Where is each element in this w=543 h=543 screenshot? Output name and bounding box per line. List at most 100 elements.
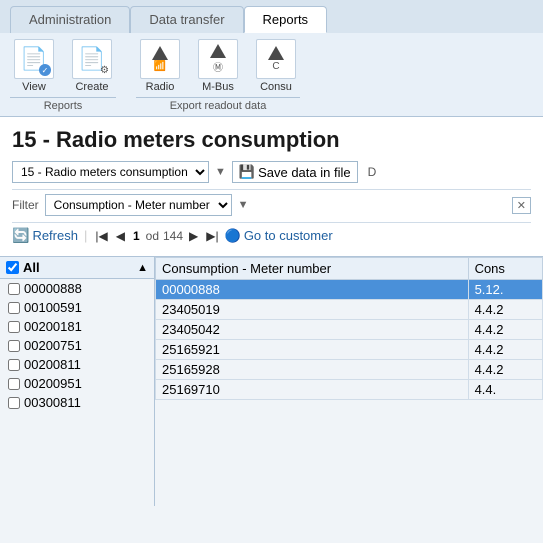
consu-label: Consu <box>260 81 292 93</box>
filter-close-button[interactable]: ✕ <box>512 197 531 214</box>
refresh-label: Refresh <box>32 228 78 243</box>
filter-row: Filter Consumption - Meter number ▼ ✕ <box>12 189 531 216</box>
main-content: 15 - Radio meters consumption 15 - Radio… <box>0 117 543 256</box>
view-label: View <box>22 81 46 93</box>
item-checkbox-1[interactable] <box>8 302 20 314</box>
table-row[interactable]: 25169710 4.4. <box>156 380 543 400</box>
save-icon: 💾 <box>239 164 255 180</box>
refresh-icon: 🔄 <box>12 227 29 244</box>
cell-cons-4: 4.4.2 <box>468 360 542 380</box>
toolbar-area: 📄 ✓ View 📄 ⚙ Create Reports <box>0 33 543 117</box>
consu-arrow-up-icon <box>268 46 284 60</box>
cell-meter-4: 25165928 <box>156 360 469 380</box>
item-checkbox-2[interactable] <box>8 321 20 333</box>
all-label: All <box>23 260 40 275</box>
item-checkbox-6[interactable] <box>8 397 20 409</box>
item-label-0: 00000888 <box>24 281 82 296</box>
item-label-2: 00200181 <box>24 319 82 334</box>
left-list: All ▲ 00000888 00100591 00200181 0020075… <box>0 257 155 506</box>
prev-page-button[interactable]: ◀ <box>114 228 127 244</box>
list-item[interactable]: 00100591 <box>0 298 154 317</box>
view-icon-item[interactable]: 📄 ✓ View <box>10 39 58 93</box>
radio-label: Radio <box>146 81 175 93</box>
list-header: All ▲ <box>0 257 154 279</box>
table-row[interactable]: 23405042 4.4.2 <box>156 320 543 340</box>
radio-icon-item[interactable]: 📶 Radio <box>136 39 184 93</box>
data-table: Consumption - Meter number Cons 00000888… <box>155 257 543 400</box>
consu-icon-badge: C <box>272 61 279 72</box>
reports-icons: 📄 ✓ View 📄 ⚙ Create <box>10 39 116 93</box>
radio-arrow-up-icon <box>152 46 168 60</box>
table-area: All ▲ 00000888 00100591 00200181 0020075… <box>0 256 543 506</box>
list-item[interactable]: 00200811 <box>0 355 154 374</box>
list-item[interactable]: 00300811 <box>0 393 154 412</box>
filter-dropdown-arrow-icon: ▼ <box>238 199 249 211</box>
filter-label: Filter <box>12 198 39 212</box>
mbus-icon-box: Ⓜ <box>198 39 238 79</box>
total-pages: 144 <box>163 229 183 243</box>
separator-1: | <box>84 228 87 243</box>
item-label-6: 00300811 <box>24 395 81 410</box>
first-page-button[interactable]: |◀ <box>93 228 109 244</box>
current-page: 1 <box>133 229 140 243</box>
export-toolbar-group: 📶 Radio Ⓜ M-Bus <box>136 39 300 112</box>
mbus-icon-item[interactable]: Ⓜ M-Bus <box>194 39 242 93</box>
consu-icon-item[interactable]: C Consu <box>252 39 300 93</box>
tab-reports[interactable]: Reports <box>244 6 328 33</box>
cell-cons-2: 4.4.2 <box>468 320 542 340</box>
col-meter-number[interactable]: Consumption - Meter number <box>156 258 469 280</box>
item-checkbox-4[interactable] <box>8 359 20 371</box>
consu-icon-box: C <box>256 39 296 79</box>
right-table: Consumption - Meter number Cons 00000888… <box>155 257 543 506</box>
page-title: 15 - Radio meters consumption <box>12 127 531 153</box>
save-data-button[interactable]: 💾 Save data in file <box>232 161 358 183</box>
table-row[interactable]: 23405019 4.4.2 <box>156 300 543 320</box>
item-label-4: 00200811 <box>24 357 81 372</box>
radio-wifi-icon: 📶 <box>154 61 166 72</box>
filter-dropdown[interactable]: Consumption - Meter number <box>45 194 232 216</box>
pagination-row: 🔄 Refresh | |◀ ◀ 1 od 144 ▶ ▶| 🔵 Go to c… <box>12 222 531 244</box>
item-checkbox-3[interactable] <box>8 340 20 352</box>
view-check-badge: ✓ <box>39 64 51 76</box>
list-scroll-icon: ▲ <box>137 262 148 274</box>
export-icons: 📶 Radio Ⓜ M-Bus <box>136 39 300 93</box>
item-label-1: 00100591 <box>24 300 82 315</box>
item-checkbox-0[interactable] <box>8 283 20 295</box>
cell-cons-0: 5.12. <box>468 280 542 300</box>
list-item[interactable]: 00200951 <box>0 374 154 393</box>
export-group-label: Export readout data <box>136 97 300 112</box>
table-row[interactable]: 25165928 4.4.2 <box>156 360 543 380</box>
report-select-row: 15 - Radio meters consumption ▼ 💾 Save d… <box>12 161 531 183</box>
top-tabs: Administration Data transfer Reports <box>0 0 543 33</box>
item-checkbox-5[interactable] <box>8 378 20 390</box>
go-to-customer-button[interactable]: 🔵 Go to customer <box>225 228 333 244</box>
radio-icon-box: 📶 <box>140 39 180 79</box>
list-item[interactable]: 00200181 <box>0 317 154 336</box>
list-item[interactable]: 00000888 <box>0 279 154 298</box>
create-icon-item[interactable]: 📄 ⚙ Create <box>68 39 116 93</box>
table-row[interactable]: 25165921 4.4.2 <box>156 340 543 360</box>
go-customer-label: Go to customer <box>244 228 333 243</box>
last-page-button[interactable]: ▶| <box>204 228 220 244</box>
table-row[interactable]: 00000888 5.12. <box>156 280 543 300</box>
cell-cons-3: 4.4.2 <box>468 340 542 360</box>
mbus-arrow-up-icon <box>210 44 226 58</box>
tab-data-transfer[interactable]: Data transfer <box>130 6 243 33</box>
reports-toolbar-group: 📄 ✓ View 📄 ⚙ Create Reports <box>10 39 116 112</box>
d-label: D <box>368 165 377 179</box>
refresh-button[interactable]: 🔄 Refresh <box>12 227 78 244</box>
next-page-button[interactable]: ▶ <box>187 228 200 244</box>
tab-administration[interactable]: Administration <box>10 6 130 33</box>
create-label: Create <box>75 81 108 93</box>
item-label-3: 00200751 <box>24 338 82 353</box>
cell-meter-5: 25169710 <box>156 380 469 400</box>
view-icon-box: 📄 ✓ <box>14 39 54 79</box>
list-item[interactable]: 00200751 <box>0 336 154 355</box>
col-cons[interactable]: Cons <box>468 258 542 280</box>
go-customer-icon: 🔵 <box>225 228 241 244</box>
report-dropdown[interactable]: 15 - Radio meters consumption <box>12 161 209 183</box>
mbus-label: M-Bus <box>202 81 234 93</box>
cell-meter-3: 25165921 <box>156 340 469 360</box>
item-label-5: 00200951 <box>24 376 82 391</box>
all-checkbox[interactable] <box>6 261 19 274</box>
